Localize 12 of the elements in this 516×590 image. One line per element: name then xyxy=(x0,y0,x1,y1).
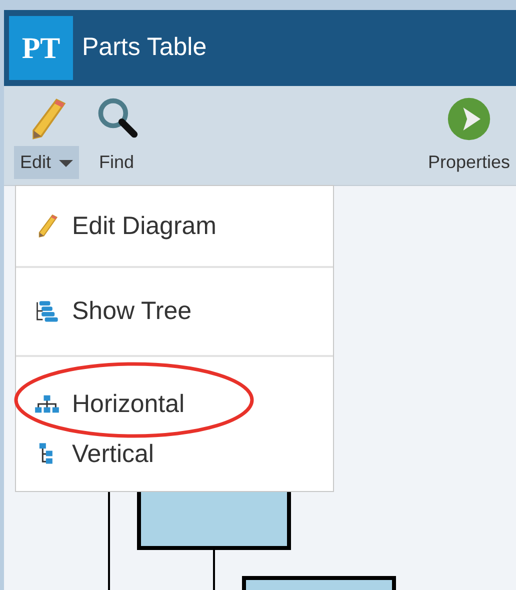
app-logo: PT xyxy=(9,16,73,80)
play-icon xyxy=(446,96,492,142)
tree-icon xyxy=(34,298,60,324)
toolbar-button[interactable]: Find xyxy=(93,146,140,179)
edit-dropdown-button[interactable]: Edit xyxy=(14,146,80,179)
menu-item[interactable]: Show Tree xyxy=(72,297,192,326)
connector-line xyxy=(213,549,215,590)
window-title: Parts Table xyxy=(82,32,207,64)
menu-item[interactable]: Vertical xyxy=(72,440,154,468)
toolbar-button[interactable]: Properties xyxy=(422,146,516,179)
menu-item[interactable]: Horizontal xyxy=(72,390,185,418)
menu-item[interactable]: Edit Diagram xyxy=(72,212,216,240)
